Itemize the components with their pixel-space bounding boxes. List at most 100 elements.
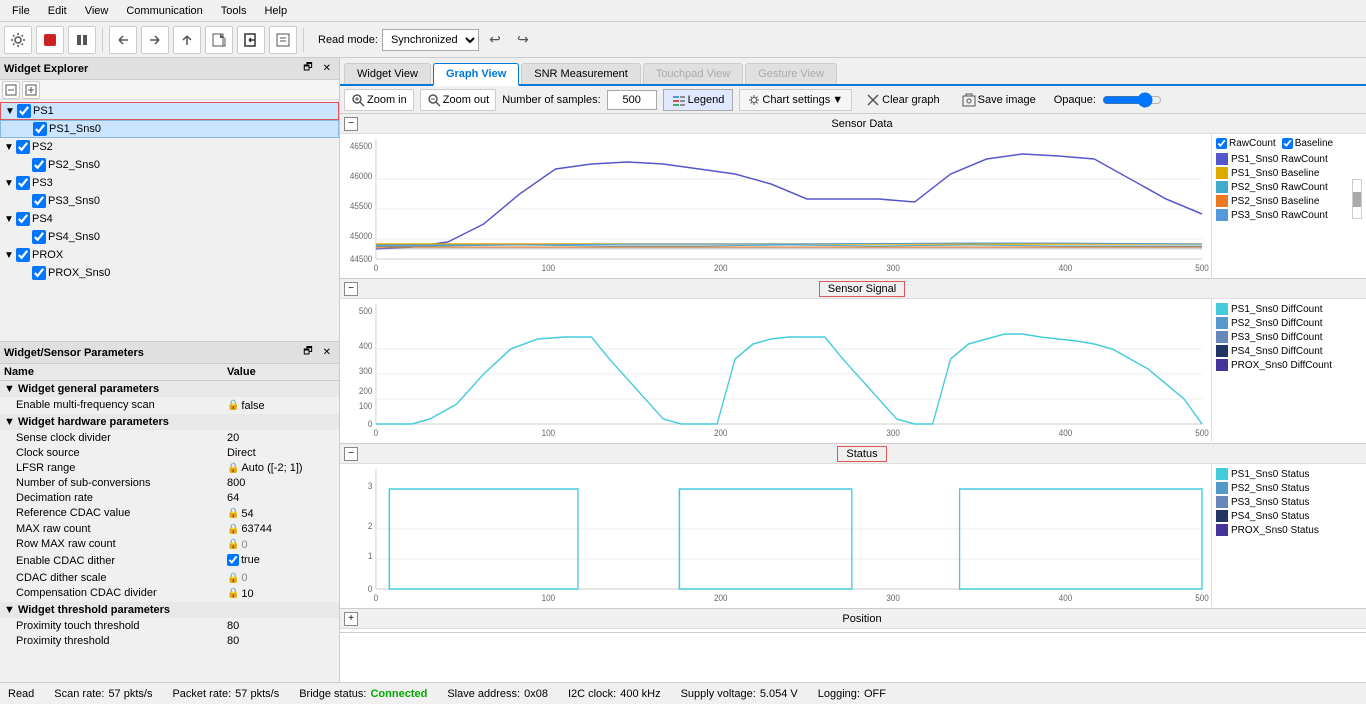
menu-edit[interactable]: Edit — [40, 3, 75, 19]
tree-item-ps2-sns0[interactable]: PS2_Sns0 — [0, 156, 339, 174]
opaque-slider[interactable] — [1102, 92, 1162, 108]
zoom-in-button[interactable]: Zoom in — [344, 89, 414, 111]
param-proximity-threshold: Proximity threshold 80 — [0, 633, 339, 648]
tree-checkbox-prox-sns0[interactable] — [32, 266, 46, 280]
tree-item-prox-sns0[interactable]: PROX_Sns0 — [0, 264, 339, 282]
tree-item-ps4-sns0[interactable]: PS4_Sns0 — [0, 228, 339, 246]
collapse-all-button[interactable] — [2, 81, 20, 99]
up-button[interactable] — [173, 26, 201, 54]
section-threshold: ▼ Widget threshold parameters — [0, 601, 339, 618]
tree-checkbox-ps2-sns0[interactable] — [32, 158, 46, 172]
tree-checkbox-ps2[interactable] — [16, 140, 30, 154]
back-button[interactable] — [109, 26, 137, 54]
chart-settings-button[interactable]: Chart settings ▼ — [739, 89, 852, 111]
chart-sensor-data-collapse[interactable]: − — [344, 117, 358, 131]
chart-position-collapse[interactable]: + — [344, 612, 358, 626]
tree-item-ps3[interactable]: ▼ PS3 — [0, 174, 339, 192]
menu-tools[interactable]: Tools — [213, 3, 255, 19]
tree-label-prox-sns0: PROX_Sns0 — [48, 267, 110, 279]
tree-label-ps1-sns0: PS1_Sns0 — [49, 123, 101, 135]
tree-expand-prox: ▼ — [4, 250, 16, 261]
svg-text:300: 300 — [886, 263, 900, 274]
rawcount-checkbox[interactable] — [1216, 138, 1227, 149]
tree-expand-ps3: ▼ — [4, 178, 16, 189]
tree-item-ps1-sns0[interactable]: PS1_Sns0 — [0, 120, 339, 138]
zoom-out-button[interactable]: Zoom out — [420, 89, 496, 111]
param-lfsr-range: LFSR range 🔒 Auto ([-2; 1]) — [0, 460, 339, 476]
menu-file[interactable]: File — [4, 3, 38, 19]
redo-button[interactable]: ↪ — [511, 28, 535, 52]
tab-widget-view[interactable]: Widget View — [344, 63, 431, 84]
svg-text:45500: 45500 — [350, 201, 373, 212]
chart-sensor-signal-collapse[interactable]: − — [344, 282, 358, 296]
tab-graph-view[interactable]: Graph View — [433, 63, 519, 86]
toolbar-separator — [102, 28, 103, 52]
chart-status: − Status 3 2 1 0 0 — [340, 444, 1366, 609]
forward-button[interactable] — [141, 26, 169, 54]
params-close-button[interactable]: ✕ — [319, 343, 335, 362]
tree-checkbox-ps3[interactable] — [16, 176, 30, 190]
params-panel: Widget/Sensor Parameters 🗗 ✕ Name Value — [0, 342, 339, 682]
svg-text:0: 0 — [368, 419, 373, 430]
status-svg: 3 2 1 0 0 100 200 300 400 500 — [340, 464, 1211, 604]
tab-snr[interactable]: SNR Measurement — [521, 63, 641, 84]
param-clock-source: Clock source Direct — [0, 445, 339, 460]
tree-checkbox-ps4-sns0[interactable] — [32, 230, 46, 244]
clear-graph-button[interactable]: Clear graph — [858, 89, 947, 111]
expand-all-button[interactable] — [22, 81, 40, 99]
tree-label-ps2-sns0: PS2_Sns0 — [48, 159, 100, 171]
tree-item-ps4[interactable]: ▼ PS4 — [0, 210, 339, 228]
tree-checkbox-ps3-sns0[interactable] — [32, 194, 46, 208]
tree-item-ps1[interactable]: ▼ PS1 — [0, 102, 339, 120]
col-name: Name — [0, 364, 223, 381]
tree-item-ps2[interactable]: ▼ PS2 — [0, 138, 339, 156]
tree-item-prox[interactable]: ▼ PROX — [0, 246, 339, 264]
tree-item-ps3-sns0[interactable]: PS3_Sns0 — [0, 192, 339, 210]
menu-communication[interactable]: Communication — [118, 3, 210, 19]
slave-address-value: 0x08 — [524, 688, 548, 700]
pause-button[interactable] — [68, 26, 96, 54]
export-button[interactable] — [205, 26, 233, 54]
zoom-in-label: Zoom in — [367, 94, 407, 106]
close-panel-button[interactable]: ✕ — [319, 59, 335, 78]
param-decimation: Decimation rate 64 — [0, 491, 339, 506]
rawcount-checkbox-label[interactable]: RawCount — [1216, 138, 1276, 149]
settings-button[interactable] — [4, 26, 32, 54]
read-mode-select[interactable]: Synchronized — [382, 29, 479, 51]
baseline-checkbox-label[interactable]: Baseline — [1282, 138, 1333, 149]
svg-text:400: 400 — [1059, 428, 1073, 439]
tree-checkbox-ps1-sns0[interactable] — [33, 122, 47, 136]
samples-label: Number of samples: — [502, 94, 600, 106]
restore-button[interactable]: 🗗 — [299, 59, 316, 78]
tree-checkbox-ps4[interactable] — [16, 212, 30, 226]
scan-rate-label: Scan rate: — [54, 688, 104, 700]
chart-status-svg-area: 3 2 1 0 0 100 200 300 400 500 — [340, 464, 1211, 607]
svg-text:100: 100 — [542, 428, 556, 439]
lock-icon-row-max: 🔒 — [227, 539, 239, 550]
save-image-button[interactable]: Save image — [954, 89, 1044, 111]
legend-ss-ps4: PS4_Sns0 DiffCount — [1216, 345, 1362, 357]
packet-rate-label: Packet rate: — [172, 688, 231, 700]
tree-checkbox-ps1[interactable] — [17, 104, 31, 118]
lock-icon-comp-cdac: 🔒 — [227, 588, 239, 599]
param-sense-clock: Sense clock divider 20 — [0, 430, 339, 445]
undo-button[interactable]: ↩ — [483, 28, 507, 52]
read-mode-label: Read mode: — [318, 34, 378, 46]
samples-input[interactable] — [607, 90, 657, 110]
chart-status-collapse[interactable]: − — [344, 447, 358, 461]
tree-label-ps2: PS2 — [32, 141, 53, 153]
chart-status-header: − Status — [340, 444, 1366, 464]
legend-scrollbar[interactable] — [1352, 179, 1362, 219]
report-button[interactable] — [269, 26, 297, 54]
stop-button[interactable] — [36, 26, 64, 54]
svg-text:0: 0 — [374, 263, 379, 274]
baseline-checkbox[interactable] — [1282, 138, 1293, 149]
menu-view[interactable]: View — [77, 3, 117, 19]
import-button[interactable] — [237, 26, 265, 54]
chart-sensor-signal-body: 500 400 300 200 100 0 0 100 200 300 400 … — [340, 299, 1366, 442]
checkbox-cdac-dither[interactable] — [227, 554, 239, 566]
params-restore-button[interactable]: 🗗 — [299, 343, 316, 362]
menu-help[interactable]: Help — [256, 3, 295, 19]
tree-checkbox-prox[interactable] — [16, 248, 30, 262]
legend-button[interactable]: Legend — [663, 89, 734, 111]
